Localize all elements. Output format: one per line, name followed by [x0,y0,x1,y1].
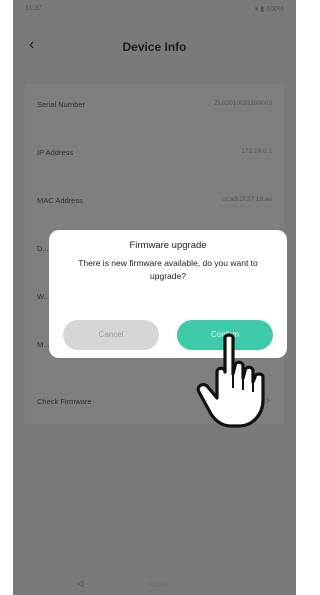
cancel-button[interactable]: Cancel [63,320,159,350]
pointing-hand-icon [196,333,265,428]
dialog-title: Firmware upgrade [129,240,207,251]
dialog-message: There is new firmware available, do you … [78,258,258,281]
phone-screen: 11:37 ▾ ▮ 100% ‹ Device Info Serial Numb… [13,0,296,595]
